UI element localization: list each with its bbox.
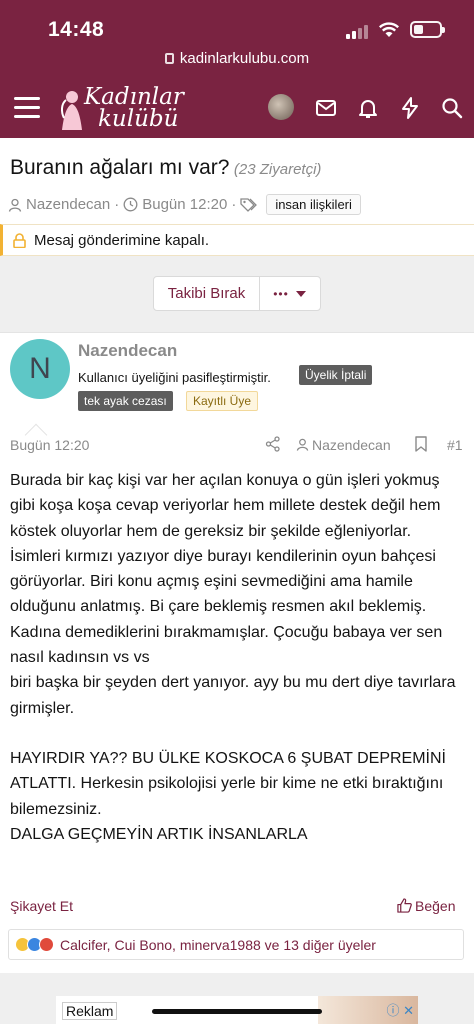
lock-icon <box>164 53 174 64</box>
wifi-icon <box>378 22 400 37</box>
thread-title-row: Buranın ağaları mı var? (23 Ziyaretçi) <box>10 156 464 180</box>
thread-views: (23 Ziyaretçi) <box>233 161 322 178</box>
unfollow-button[interactable]: Takibi Bırak <box>154 277 260 310</box>
page-title: Buranın ağaları mı var? <box>10 156 230 179</box>
mail-icon[interactable] <box>314 96 338 120</box>
reactions-bar[interactable]: Calcifer, Cui Bono, minerva1988 ve 13 di… <box>8 929 464 960</box>
tags-icon <box>240 198 258 212</box>
post-user-block: N Nazendecan Kullanıcı üyeliğini pasifle… <box>0 332 474 447</box>
padlock-icon <box>13 232 26 248</box>
post-username[interactable]: Nazendecan <box>78 341 177 361</box>
post-paragraph: Burada bir kaç kişi var her açılan konuy… <box>10 472 456 717</box>
site-logo[interactable]: Kadınlar kulübü <box>58 84 188 134</box>
dislike-reaction-icon <box>39 937 54 952</box>
logo-figure-icon <box>60 91 82 130</box>
user-title: Kullanıcı üyeliğini pasifleştirmiştir. <box>78 370 271 385</box>
more-options-button[interactable]: ••• <box>260 277 320 310</box>
post-number[interactable]: #1 <box>447 437 463 453</box>
post-author[interactable]: Nazendecan <box>296 437 391 453</box>
logo-text: Kadınlar kulübü <box>84 84 184 132</box>
footer-band: Reklam ⓘ ✕ <box>0 973 474 1024</box>
bolt-icon[interactable] <box>398 96 422 120</box>
thread-actions-band: Takibi Bırak ••• <box>0 256 474 332</box>
locked-notice: Mesaj gönderimine kapalı. <box>0 224 474 256</box>
thread-content: Buranın ağaları mı var? (23 Ziyaretçi) N… <box>0 138 474 1024</box>
url-text: kadinlarkulubu.com <box>179 50 310 67</box>
ad-close-icon[interactable]: ⓘ ✕ <box>386 1000 414 1019</box>
post-header: Bugün 12:20 Nazendecan #1 <box>0 435 474 457</box>
cellular-signal-icon <box>346 24 370 39</box>
post-actions: Şikayet Et Beğen <box>0 896 474 918</box>
thread-author[interactable]: Nazendecan <box>26 196 110 213</box>
bookmark-icon[interactable] <box>414 436 428 452</box>
locked-notice-text: Mesaj gönderimine kapalı. <box>34 231 210 249</box>
ad-label: Reklam <box>62 1002 118 1020</box>
post-author-name: Nazendecan <box>312 437 391 453</box>
thread-meta: Nazendecan · Bugün 12:20 · insan ilişkil… <box>8 194 466 215</box>
battery-icon <box>410 21 445 38</box>
user-badge-membership-cancelled: Üyelik İptali <box>299 365 373 385</box>
post-body: Burada bir kaç kişi var her açılan konuy… <box>10 468 466 847</box>
site-navbar: Kadınlar kulübü <box>0 78 474 138</box>
report-button[interactable]: Şikayet Et <box>10 898 73 914</box>
search-icon[interactable] <box>440 96 464 120</box>
address-bar[interactable]: kadinlarkulubu.com <box>0 50 474 67</box>
user-icon <box>8 198 22 212</box>
status-time: 14:48 <box>48 18 105 41</box>
top-header: 14:48 kadinlarkulubu.com Kadınlar kulübü <box>0 0 474 138</box>
user-avatar[interactable] <box>268 94 294 120</box>
thumbs-up-icon <box>397 898 412 913</box>
status-bar: 14:48 kadinlarkulubu.com <box>0 0 474 67</box>
avatar[interactable]: N <box>10 339 70 399</box>
bell-icon[interactable] <box>356 96 380 120</box>
user-badge-registered: Kayıtlı Üye <box>186 391 259 411</box>
menu-icon[interactable] <box>14 97 40 119</box>
like-label: Beğen <box>415 898 456 914</box>
share-icon[interactable] <box>265 436 281 452</box>
thread-date[interactable]: Bugün 12:20 <box>142 196 227 213</box>
home-indicator[interactable] <box>152 1009 322 1014</box>
post-date[interactable]: Bugün 12:20 <box>10 437 89 453</box>
clock-icon <box>123 197 138 212</box>
post-paragraph: HAYIRDIR YA?? BU ÜLKE KOSKOCA 6 ŞUBAT DE… <box>10 749 446 843</box>
like-button[interactable]: Beğen <box>397 898 455 914</box>
more-dots: ••• <box>273 286 289 301</box>
reactions-text[interactable]: Calcifer, Cui Bono, minerva1988 ve 13 di… <box>60 937 376 953</box>
user-icon <box>296 438 309 451</box>
thread-button-group: Takibi Bırak ••• <box>153 276 321 311</box>
user-badge-penalty: tek ayak cezası <box>78 391 173 411</box>
caret-down-icon <box>295 290 306 297</box>
thread-tag[interactable]: insan ilişkileri <box>266 194 361 215</box>
